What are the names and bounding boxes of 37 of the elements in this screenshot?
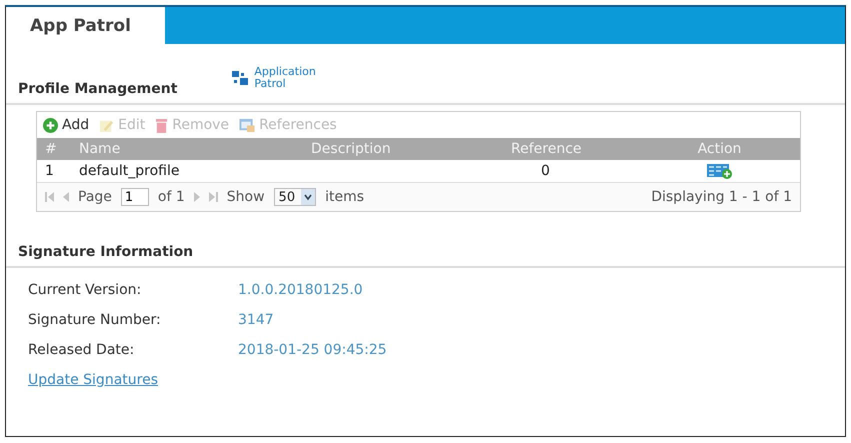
window-icon [239, 118, 256, 133]
application-patrol-link[interactable]: Application Patrol [232, 66, 316, 90]
column-header: Reference [510, 141, 582, 158]
toolbar-button[interactable]: Add [43, 115, 90, 136]
field-label: Current Version: [28, 282, 142, 298]
column-header: # [44, 141, 58, 158]
column-header: Name [78, 141, 122, 158]
trash-icon [155, 118, 168, 133]
table-cell-text: 1 [44, 163, 55, 180]
section-title: Profile Management [18, 81, 178, 98]
plus-icon [43, 118, 58, 133]
table-cell-text: 0 [540, 163, 551, 180]
squares-icon [232, 70, 250, 86]
page-field[interactable]: 1 [120, 188, 149, 206]
field-value: 3147 [238, 312, 275, 328]
column-header: Action [696, 141, 742, 158]
field-value: 2018-01-25 09:45:25 [238, 342, 387, 358]
show-label: Show [226, 189, 265, 206]
first-page-icon[interactable] [45, 192, 54, 202]
field-label: Signature Number: [28, 312, 162, 328]
activate-icon[interactable] [706, 163, 732, 180]
per-page-dropdown[interactable]: 50 [274, 188, 316, 206]
caret-icon [301, 189, 316, 206]
page-count: of 1 [158, 189, 185, 206]
next-page-icon[interactable] [194, 192, 200, 202]
field-value: 1.0.0.20180125.0 [238, 282, 364, 298]
field-label: Released Date: [28, 342, 136, 358]
section-title: Signature Information [18, 244, 194, 260]
update-signatures-link[interactable]: Update Signatures [28, 372, 158, 388]
last-page-icon[interactable] [208, 192, 218, 202]
page-label: Page [78, 189, 112, 206]
tab[interactable]: App Patrol [6, 7, 165, 44]
previous-page-icon[interactable] [63, 192, 69, 202]
items-label: items [325, 189, 364, 206]
column-header: Description [310, 141, 392, 158]
display-count: Displaying 1 - 1 of 1 [651, 189, 792, 206]
table-cell-text: default_profile [78, 163, 180, 180]
